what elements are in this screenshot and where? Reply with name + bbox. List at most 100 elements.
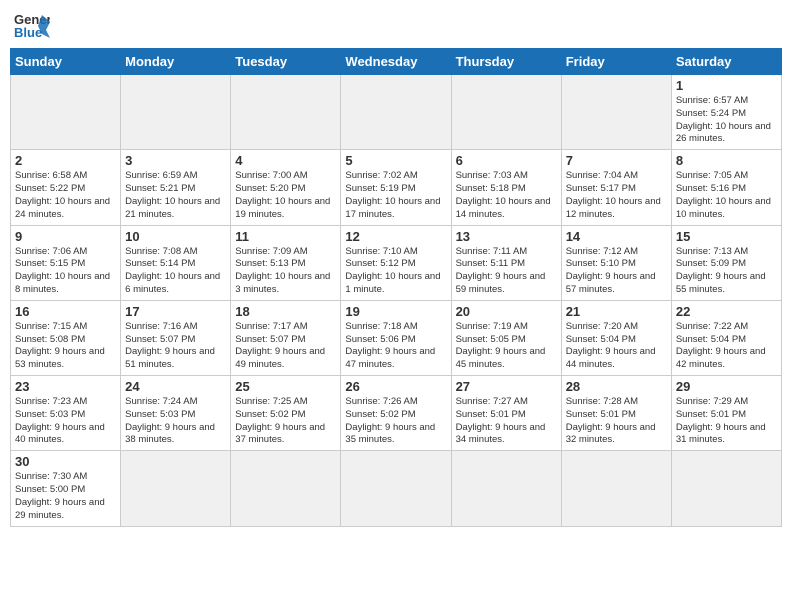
day-info: Sunrise: 7:22 AM Sunset: 5:04 PM Dayligh… xyxy=(676,321,777,372)
day-info: Sunrise: 7:24 AM Sunset: 5:03 PM Dayligh… xyxy=(125,396,226,447)
day-info: Sunrise: 6:58 AM Sunset: 5:22 PM Dayligh… xyxy=(15,170,116,221)
calendar-cell: 23 Sunrise: 7:23 AM Sunset: 5:03 PM Dayli… xyxy=(11,376,121,451)
day-info: Sunrise: 7:10 AM Sunset: 5:12 PM Dayligh… xyxy=(345,246,446,297)
day-number: 25 xyxy=(235,379,336,394)
week-row-2: 2Sunrise: 6:58 AM Sunset: 5:22 PM Daylig… xyxy=(11,150,782,225)
day-number: 12 xyxy=(345,229,446,244)
day-info: Sunrise: 7:17 AM Sunset: 5:07 PM Dayligh… xyxy=(235,321,336,372)
week-row-3: 9 Sunrise: 7:06 AM Sunset: 5:15 PM Daylig… xyxy=(11,225,782,300)
calendar-cell: 2Sunrise: 6:58 AM Sunset: 5:22 PM Daylig… xyxy=(11,150,121,225)
day-info: Sunrise: 7:27 AM Sunset: 5:01 PM Dayligh… xyxy=(456,396,557,447)
day-info: Sunrise: 6:59 AM Sunset: 5:21 PM Dayligh… xyxy=(125,170,226,221)
calendar-cell xyxy=(561,75,671,150)
day-number: 24 xyxy=(125,379,226,394)
calendar-cell xyxy=(231,75,341,150)
day-info: Sunrise: 7:06 AM Sunset: 5:15 PM Dayligh… xyxy=(15,246,116,297)
day-info: Sunrise: 7:05 AM Sunset: 5:16 PM Dayligh… xyxy=(676,170,777,221)
logo-icon: General Blue xyxy=(14,10,50,40)
day-header-saturday: Saturday xyxy=(671,49,781,75)
calendar-cell: 28Sunrise: 7:28 AM Sunset: 5:01 PM Dayli… xyxy=(561,376,671,451)
week-row-5: 23 Sunrise: 7:23 AM Sunset: 5:03 PM Dayli… xyxy=(11,376,782,451)
calendar-cell: 8 Sunrise: 7:05 AM Sunset: 5:16 PM Daylig… xyxy=(671,150,781,225)
day-info: Sunrise: 7:18 AM Sunset: 5:06 PM Dayligh… xyxy=(345,321,446,372)
day-info: Sunrise: 7:11 AM Sunset: 5:11 PM Dayligh… xyxy=(456,246,557,297)
day-number: 9 xyxy=(15,229,116,244)
calendar-cell: 24 Sunrise: 7:24 AM Sunset: 5:03 PM Dayli… xyxy=(121,376,231,451)
calendar-cell xyxy=(561,451,671,526)
calendar-table: SundayMondayTuesdayWednesdayThursdayFrid… xyxy=(10,48,782,527)
calendar-cell xyxy=(231,451,341,526)
calendar-cell: 20Sunrise: 7:19 AM Sunset: 5:05 PM Dayli… xyxy=(451,300,561,375)
calendar-cell: 15 Sunrise: 7:13 AM Sunset: 5:09 PM Dayli… xyxy=(671,225,781,300)
calendar-cell: 3 Sunrise: 6:59 AM Sunset: 5:21 PM Daylig… xyxy=(121,150,231,225)
day-number: 8 xyxy=(676,153,777,168)
day-number: 30 xyxy=(15,454,116,469)
calendar-cell: 12 Sunrise: 7:10 AM Sunset: 5:12 PM Dayli… xyxy=(341,225,451,300)
day-number: 3 xyxy=(125,153,226,168)
calendar-cell: 16Sunrise: 7:15 AM Sunset: 5:08 PM Dayli… xyxy=(11,300,121,375)
day-number: 26 xyxy=(345,379,446,394)
day-info: Sunrise: 7:16 AM Sunset: 5:07 PM Dayligh… xyxy=(125,321,226,372)
day-number: 19 xyxy=(345,304,446,319)
calendar-cell xyxy=(451,75,561,150)
days-header-row: SundayMondayTuesdayWednesdayThursdayFrid… xyxy=(11,49,782,75)
calendar-cell: 1 Sunrise: 6:57 AM Sunset: 5:24 PM Daylig… xyxy=(671,75,781,150)
day-number: 10 xyxy=(125,229,226,244)
day-info: Sunrise: 7:02 AM Sunset: 5:19 PM Dayligh… xyxy=(345,170,446,221)
day-number: 27 xyxy=(456,379,557,394)
calendar-cell xyxy=(121,75,231,150)
day-header-monday: Monday xyxy=(121,49,231,75)
calendar-cell: 29Sunrise: 7:29 AM Sunset: 5:01 PM Dayli… xyxy=(671,376,781,451)
day-number: 6 xyxy=(456,153,557,168)
day-info: Sunrise: 7:23 AM Sunset: 5:03 PM Dayligh… xyxy=(15,396,116,447)
calendar-cell: 14 Sunrise: 7:12 AM Sunset: 5:10 PM Dayli… xyxy=(561,225,671,300)
calendar-cell xyxy=(11,75,121,150)
calendar-cell xyxy=(341,451,451,526)
day-header-wednesday: Wednesday xyxy=(341,49,451,75)
day-header-friday: Friday xyxy=(561,49,671,75)
day-number: 22 xyxy=(676,304,777,319)
day-info: Sunrise: 7:15 AM Sunset: 5:08 PM Dayligh… xyxy=(15,321,116,372)
day-header-thursday: Thursday xyxy=(451,49,561,75)
day-info: Sunrise: 7:26 AM Sunset: 5:02 PM Dayligh… xyxy=(345,396,446,447)
day-number: 18 xyxy=(235,304,336,319)
week-row-6: 30 Sunrise: 7:30 AM Sunset: 5:00 PM Dayli… xyxy=(11,451,782,526)
day-info: Sunrise: 7:20 AM Sunset: 5:04 PM Dayligh… xyxy=(566,321,667,372)
week-row-1: 1 Sunrise: 6:57 AM Sunset: 5:24 PM Daylig… xyxy=(11,75,782,150)
day-info: Sunrise: 7:30 AM Sunset: 5:00 PM Dayligh… xyxy=(15,471,116,522)
day-info: Sunrise: 7:19 AM Sunset: 5:05 PM Dayligh… xyxy=(456,321,557,372)
day-number: 11 xyxy=(235,229,336,244)
day-info: Sunrise: 6:57 AM Sunset: 5:24 PM Dayligh… xyxy=(676,95,777,146)
day-info: Sunrise: 7:08 AM Sunset: 5:14 PM Dayligh… xyxy=(125,246,226,297)
calendar-cell: 19 Sunrise: 7:18 AM Sunset: 5:06 PM Dayli… xyxy=(341,300,451,375)
day-number: 15 xyxy=(676,229,777,244)
calendar-cell xyxy=(121,451,231,526)
calendar-cell xyxy=(341,75,451,150)
day-number: 1 xyxy=(676,78,777,93)
day-info: Sunrise: 7:12 AM Sunset: 5:10 PM Dayligh… xyxy=(566,246,667,297)
calendar-cell: 6Sunrise: 7:03 AM Sunset: 5:18 PM Daylig… xyxy=(451,150,561,225)
day-number: 23 xyxy=(15,379,116,394)
calendar-cell: 4Sunrise: 7:00 AM Sunset: 5:20 PM Daylig… xyxy=(231,150,341,225)
logo: General Blue xyxy=(14,10,50,40)
day-number: 29 xyxy=(676,379,777,394)
calendar-cell: 13Sunrise: 7:11 AM Sunset: 5:11 PM Dayli… xyxy=(451,225,561,300)
day-number: 14 xyxy=(566,229,667,244)
day-info: Sunrise: 7:04 AM Sunset: 5:17 PM Dayligh… xyxy=(566,170,667,221)
day-number: 7 xyxy=(566,153,667,168)
calendar-cell: 18 Sunrise: 7:17 AM Sunset: 5:07 PM Dayli… xyxy=(231,300,341,375)
day-info: Sunrise: 7:13 AM Sunset: 5:09 PM Dayligh… xyxy=(676,246,777,297)
calendar-cell: 10 Sunrise: 7:08 AM Sunset: 5:14 PM Dayli… xyxy=(121,225,231,300)
calendar-cell: 7 Sunrise: 7:04 AM Sunset: 5:17 PM Daylig… xyxy=(561,150,671,225)
day-number: 21 xyxy=(566,304,667,319)
header: General Blue xyxy=(10,10,782,40)
day-info: Sunrise: 7:09 AM Sunset: 5:13 PM Dayligh… xyxy=(235,246,336,297)
calendar-cell: 9 Sunrise: 7:06 AM Sunset: 5:15 PM Daylig… xyxy=(11,225,121,300)
calendar-cell: 26 Sunrise: 7:26 AM Sunset: 5:02 PM Dayli… xyxy=(341,376,451,451)
day-info: Sunrise: 7:25 AM Sunset: 5:02 PM Dayligh… xyxy=(235,396,336,447)
calendar-cell: 22 Sunrise: 7:22 AM Sunset: 5:04 PM Dayli… xyxy=(671,300,781,375)
day-header-tuesday: Tuesday xyxy=(231,49,341,75)
calendar-cell: 27 Sunrise: 7:27 AM Sunset: 5:01 PM Dayli… xyxy=(451,376,561,451)
calendar-cell xyxy=(451,451,561,526)
day-number: 5 xyxy=(345,153,446,168)
